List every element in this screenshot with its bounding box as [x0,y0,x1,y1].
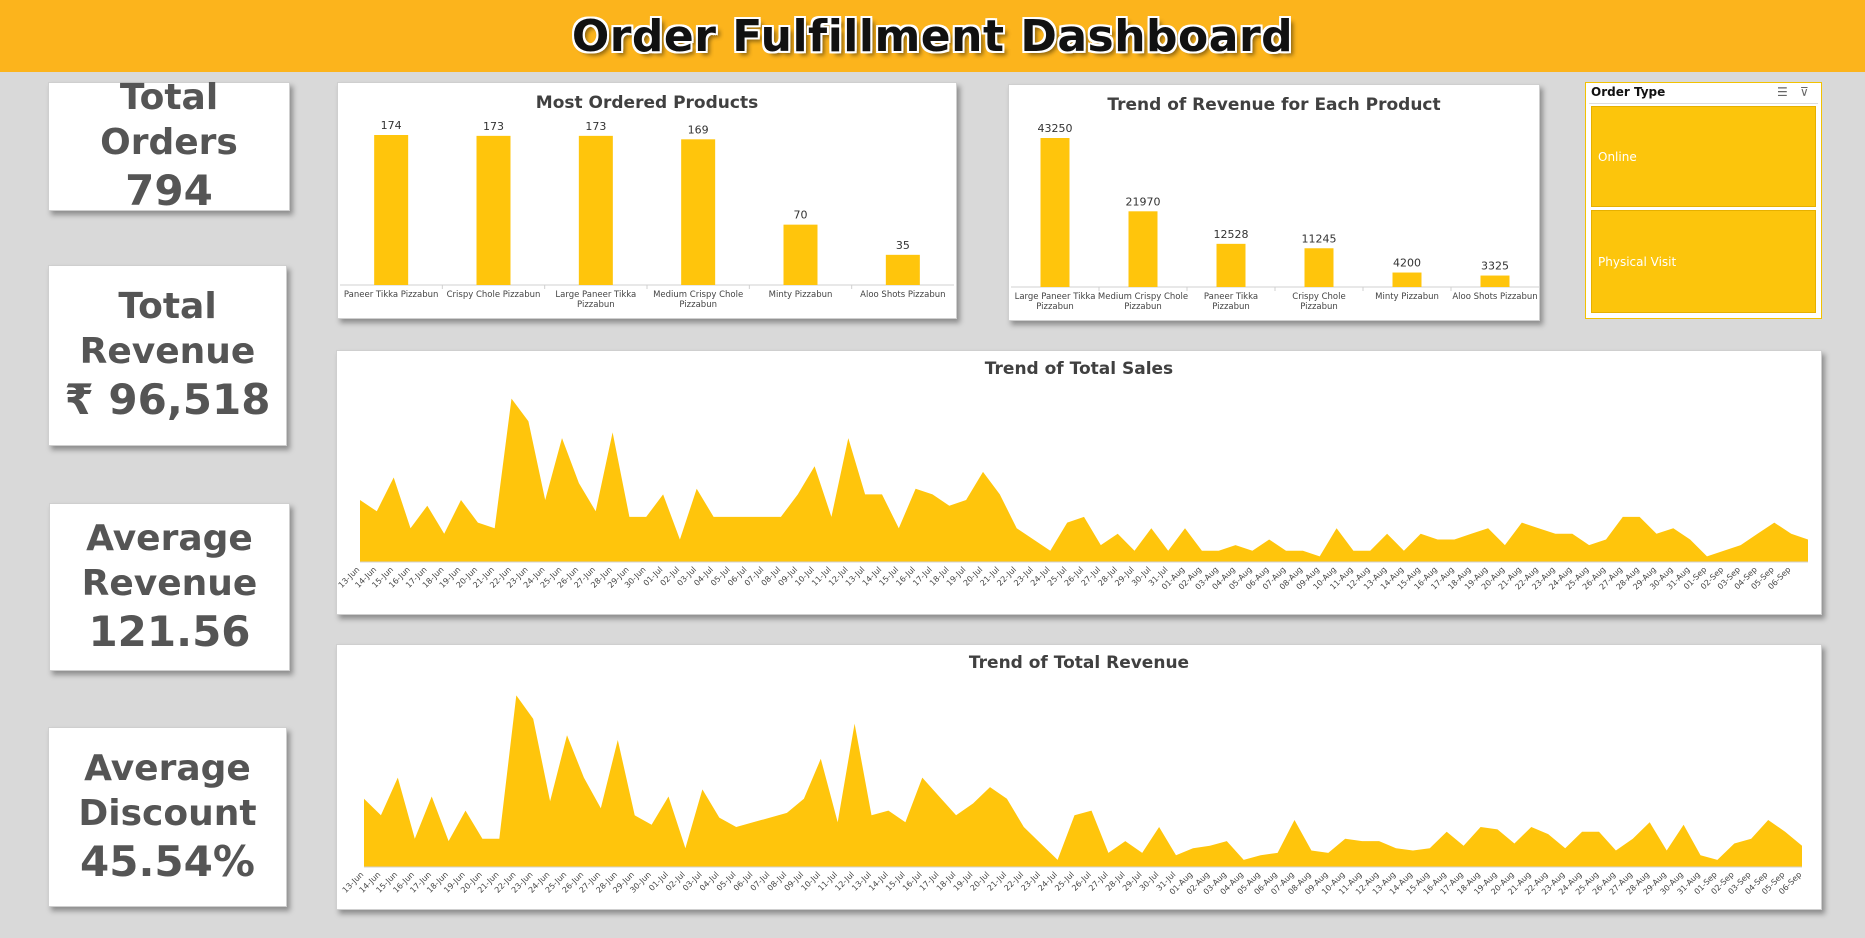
bar [1216,243,1246,287]
total-revenue-area-chart: 13-Jun14-Jun15-Jun16-Jun17-Jun18-Jun19-J… [341,695,1803,897]
most-ordered-bar-chart: 174 Paneer Tikka Pizzabun 173 Crispy Chole … [340,119,954,310]
kpi-label: Total [118,286,217,328]
data-label: 12528 [1214,228,1249,241]
bar [476,135,511,285]
kpi-value: 45.54% [80,836,255,886]
kpi-label: Average [84,747,251,789]
order-type-slicer: Order Type ☰ ⊽ Online Physical Visit [1585,82,1822,319]
bar [783,224,818,285]
data-label: 70 [794,209,808,222]
data-label: 4200 [1393,257,1421,270]
kpi-value: 121.56 [88,606,251,656]
data-label: 173 [585,120,606,133]
chart-revenue-by-product: Trend of Revenue for Each Product 43250 L… [1008,84,1540,321]
category-label: Aloo Shots Pizzabun [860,290,945,300]
kpi-total-orders: Total Orders 794 [48,77,290,215]
series-area [364,695,1802,867]
bar [885,254,920,285]
chart-total-revenue: Trend of Total Revenue 13-Jun 14-Jun 15-Ju… [336,644,1822,910]
kpi-value: ₹ 96,518 [64,375,271,425]
kpi-label: Total Orders [100,77,238,164]
category-label: Minty Pizzabun [769,290,833,300]
chart-total-sales: Trend of Total Sales 13-Jun 14-Jun 15-Jun 1… [336,350,1822,615]
kpi-average-discount: Average Discount 45.54% [48,727,287,907]
kpi-label: Discount [78,792,257,834]
data-label: 3325 [1481,260,1509,273]
total-sales-area-chart: 13-Jun14-Jun15-Jun16-Jun17-Jun18-Jun19-J… [337,398,1808,592]
dashboard-banner: Order Fulfillment Dashboard [0,0,1865,72]
bar [1392,272,1422,287]
data-label: 35 [896,239,910,252]
category-label: Paneer Tikka Pizzabun [344,290,439,300]
bar [681,139,716,285]
category-label: Paneer Tikka Pizzabun [1204,292,1258,312]
revenue-by-product-bar-chart: 43250 Large Paneer Tikka Pizzabun 21970 Medi… [1011,122,1539,312]
kpi-label: Revenue [79,331,256,373]
dashboard-title: Order Fulfillment Dashboard [571,10,1294,62]
slicer-item-online[interactable]: Online [1591,106,1816,207]
kpi-label: Average [86,517,253,559]
kpi-average-revenue: Average Revenue 121.56 [49,503,290,671]
bar [578,135,613,285]
bar [374,135,409,285]
slicer-title: Order Type [1591,85,1666,99]
category-label: Aloo Shots Pizzabun [1452,292,1537,302]
kpi-label: Revenue [81,562,258,604]
category-label: Medium Crispy Chole Pizzabun [1098,292,1188,312]
chart-most-ordered-products: Most Ordered Products 174 Paneer Tikka Pi… [337,82,957,319]
bar [1128,211,1158,287]
bar [1304,248,1334,287]
slicer-divider [1589,103,1818,104]
bar [1040,138,1070,287]
data-label: 169 [688,123,709,136]
category-label: Large Paneer Tikka Pizzabun [555,290,636,310]
data-label: 173 [483,120,504,133]
data-label: 11245 [1302,232,1337,245]
multi-select-icon[interactable]: ☰ [1777,85,1788,99]
bar [1480,275,1510,287]
series-area [360,398,1808,562]
clear-filter-icon[interactable]: ⊽ [1800,85,1809,99]
category-label: Crispy Chole Pizzabun [447,290,541,300]
data-label: 21970 [1126,195,1161,208]
kpi-value: 794 [125,166,213,216]
kpi-total-revenue: Total Revenue ₹ 96,518 [48,265,287,446]
category-label: Minty Pizzabun [1375,292,1439,302]
category-label: Large Paneer Tikka Pizzabun [1015,292,1096,312]
category-label: Medium Crispy Chole Pizzabun [653,290,743,310]
category-label: Crispy Chole Pizzabun [1292,292,1345,312]
data-label: 174 [381,119,402,132]
data-label: 43250 [1038,122,1073,135]
slicer-item-physical-visit[interactable]: Physical Visit [1591,210,1816,313]
